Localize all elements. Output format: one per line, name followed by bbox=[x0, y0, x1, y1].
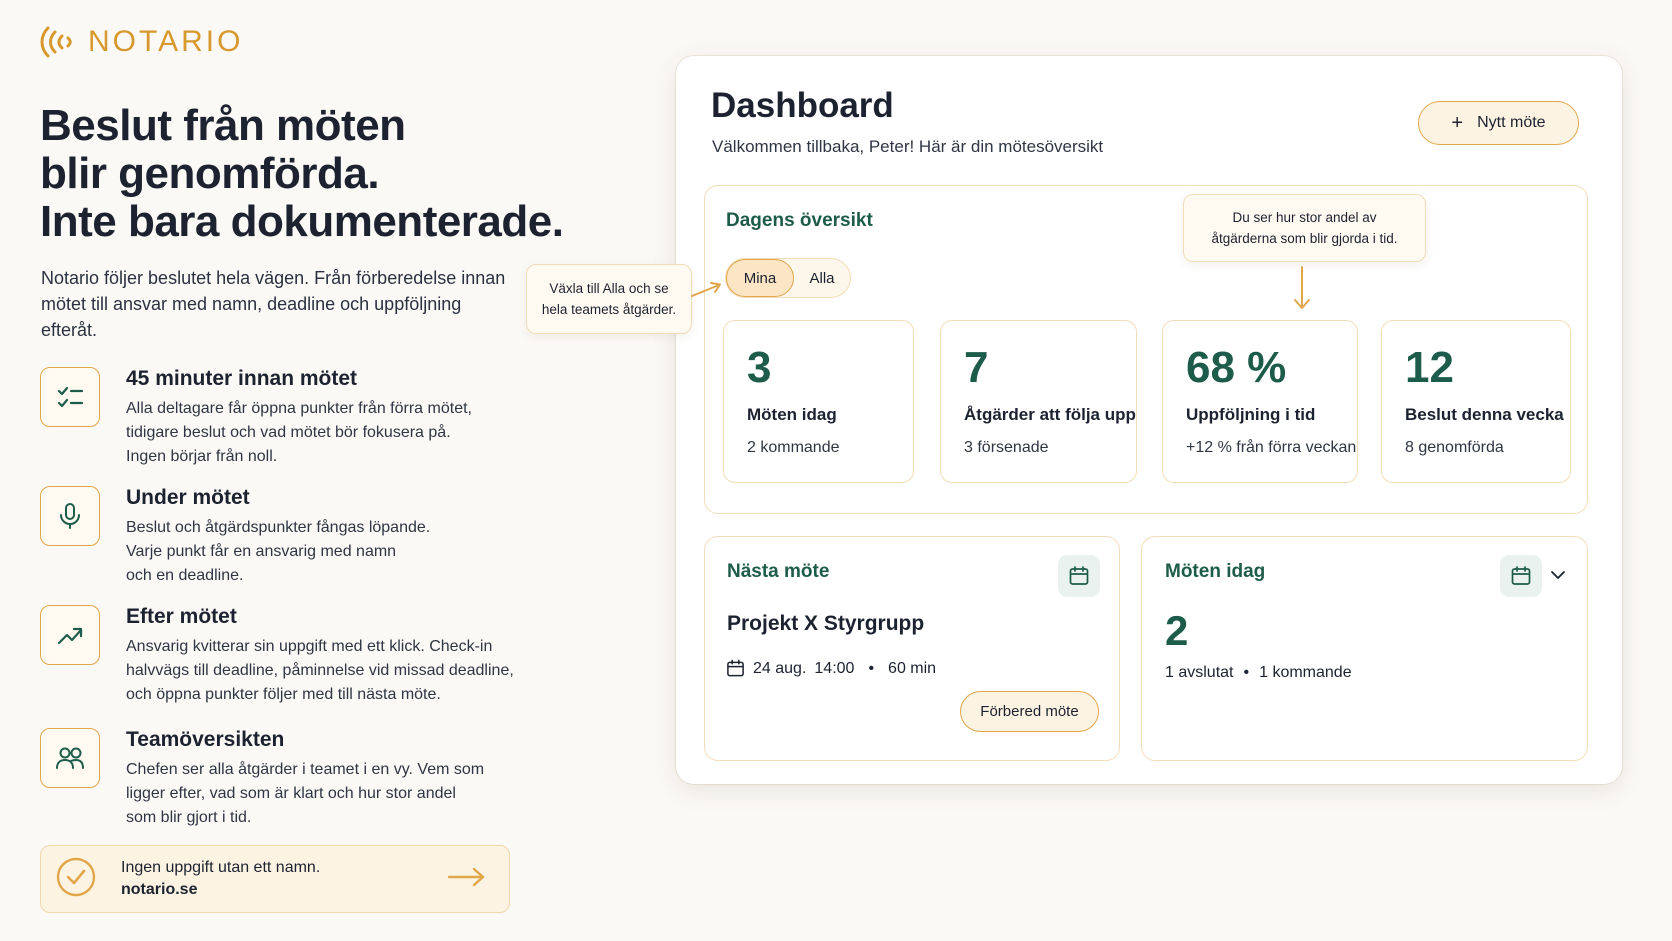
team-icon bbox=[40, 728, 100, 788]
tooltip-line: Växla till Alla och se bbox=[549, 281, 669, 296]
feature-line: och öppna punkter följer med till nästa … bbox=[126, 686, 441, 703]
meetings-today-heading: Möten idag bbox=[1165, 561, 1266, 582]
calendar-icon bbox=[727, 659, 744, 677]
finished-count: 1 avslutat bbox=[1165, 664, 1234, 681]
stat-value: 68 % bbox=[1186, 343, 1287, 392]
feature-description: Alla deltagare får öppna punkter från fö… bbox=[126, 397, 520, 469]
feature-line: Beslut och åtgärdspunkter fångas löpande… bbox=[126, 519, 431, 536]
cta-banner[interactable]: Ingen uppgift utan ett namn. notario.se bbox=[40, 845, 510, 913]
feature-description: Ansvarig kvitterar sin uppgift med ett k… bbox=[126, 635, 520, 707]
chevron-down-icon[interactable] bbox=[1549, 567, 1567, 583]
arrow-pointer-icon bbox=[691, 282, 721, 297]
stat-sub: 8 genomförda bbox=[1405, 439, 1504, 456]
stat-value: 12 bbox=[1405, 343, 1454, 392]
tooltip-line: åtgärderna som blir gjorda i tid. bbox=[1211, 231, 1398, 246]
meetings-today-status: 1 avslutat • 1 kommande bbox=[1165, 664, 1352, 682]
feature-line: ligger efter, vad som är klart och hur s… bbox=[126, 785, 456, 802]
hero-title-line: Beslut från möten bbox=[40, 101, 406, 150]
tooltip-line: hela teamets åtgärder. bbox=[541, 302, 677, 317]
stat-card-decisions[interactable]: 12 Beslut denna vecka 8 genomförda bbox=[1381, 320, 1571, 483]
trend-up-icon bbox=[40, 605, 100, 665]
welcome-message: Välkommen tillbaka, Peter! Här är din mö… bbox=[712, 137, 1104, 156]
calendar-button[interactable] bbox=[1058, 555, 1100, 597]
plus-icon: + bbox=[1451, 112, 1464, 134]
feature-title: Under mötet bbox=[126, 486, 250, 509]
tooltip-line: Du ser hur stor andel av bbox=[1232, 210, 1377, 225]
arrow-down-icon bbox=[1294, 266, 1310, 309]
stat-sub: 2 kommande bbox=[747, 439, 840, 456]
hero-title-line: Inte bara dokumenterade. bbox=[40, 197, 564, 246]
feature-line: Ingen börjar från noll. bbox=[126, 448, 278, 465]
meeting-schedule: 24 aug. 14:00 • 60 min bbox=[726, 659, 936, 678]
feature-line: och en deadline. bbox=[126, 567, 244, 584]
meeting-name: Projekt X Styrgrupp bbox=[727, 612, 925, 635]
calendar-icon bbox=[1069, 566, 1089, 585]
new-meeting-label: Nytt möte bbox=[1477, 114, 1546, 131]
stat-value: 3 bbox=[747, 343, 772, 392]
feature-description: Beslut och åtgärdspunkter fångas löpande… bbox=[126, 516, 520, 588]
hero-subtitle: Notario följer beslutet hela vägen. Från… bbox=[41, 268, 506, 340]
hero-title-line: blir genomförda. bbox=[40, 149, 380, 198]
checklist-icon bbox=[40, 367, 100, 427]
feature-item: Efter mötet Ansvarig kvitterar sin uppgi… bbox=[40, 605, 520, 707]
meeting-date: 24 aug. bbox=[753, 659, 807, 677]
bullet-separator: • bbox=[1243, 664, 1250, 681]
feature-line: halvvägs till deadline, påminnelse vid m… bbox=[126, 662, 514, 679]
prepare-meeting-button[interactable]: Förbered möte bbox=[960, 691, 1099, 732]
calendar-icon bbox=[1511, 566, 1531, 585]
stat-sub: 3 försenade bbox=[964, 439, 1049, 456]
toggle-hint-tooltip: Växla till Alla och se hela teamets åtgä… bbox=[526, 264, 692, 334]
stat-card-actions[interactable]: 7 Åtgärder att följa upp 3 försenade bbox=[940, 320, 1137, 483]
scope-toggle[interactable]: Mina Alla bbox=[725, 258, 851, 298]
feature-item: Teamöversikten Chefen ser alla åtgärder … bbox=[40, 728, 520, 830]
toggle-option-mina[interactable]: Mina bbox=[726, 259, 794, 297]
sound-wave-logo-icon bbox=[40, 26, 72, 58]
stat-label: Uppföljning i tid bbox=[1186, 405, 1316, 424]
hero-title: Beslut från möten blir genomförda. Inte … bbox=[40, 102, 620, 246]
feature-description: Chefen ser alla åtgärder i teamet i en v… bbox=[126, 758, 520, 830]
overview-heading: Dagens översikt bbox=[726, 210, 873, 231]
dashboard-title: Dashboard bbox=[711, 86, 894, 125]
meeting-duration: 60 min bbox=[888, 659, 937, 677]
microphone-icon bbox=[40, 486, 100, 546]
toggle-option-alla[interactable]: Alla bbox=[794, 259, 850, 297]
feature-line: som blir gjort i tid. bbox=[126, 809, 252, 826]
feature-line: Alla deltagare får öppna punkter från fö… bbox=[126, 400, 472, 417]
stat-value: 7 bbox=[964, 343, 989, 392]
feature-item: Under mötet Beslut och åtgärdspunkter få… bbox=[40, 486, 520, 588]
feature-line: tidigare beslut och vad mötet bör fokuse… bbox=[126, 424, 451, 441]
meeting-time: 14:00 bbox=[814, 659, 855, 677]
check-circle-icon bbox=[55, 856, 97, 903]
followup-hint-tooltip: Du ser hur stor andel av åtgärderna som … bbox=[1183, 194, 1426, 262]
upcoming-count: 1 kommande bbox=[1259, 664, 1352, 681]
meetings-today-count: 2 bbox=[1165, 607, 1189, 654]
brand-name: NOTARIO bbox=[88, 25, 244, 58]
feature-title: Teamöversikten bbox=[126, 728, 285, 751]
stat-label: Beslut denna vecka bbox=[1405, 405, 1564, 424]
new-meeting-button[interactable]: + Nytt möte bbox=[1418, 101, 1579, 145]
stat-sub: +12 % från förra veckan bbox=[1186, 439, 1357, 456]
calendar-button[interactable] bbox=[1500, 555, 1542, 597]
stat-label: Möten idag bbox=[747, 405, 837, 424]
feature-title: 45 minuter innan mötet bbox=[126, 367, 358, 390]
cta-website-link[interactable]: notario.se bbox=[121, 879, 447, 901]
next-meeting-heading: Nästa möte bbox=[727, 561, 830, 582]
stat-card-meetings-today[interactable]: 3 Möten idag 2 kommande bbox=[723, 320, 914, 483]
feature-line: Ansvarig kvitterar sin uppgift med ett k… bbox=[126, 638, 493, 655]
cta-tagline: Ingen uppgift utan ett namn. bbox=[121, 859, 321, 876]
feature-line: Chefen ser alla åtgärder i teamet i en v… bbox=[126, 761, 485, 778]
brand-logo[interactable]: NOTARIO bbox=[38, 22, 243, 62]
feature-line: Varje punkt får en ansvarig med namn bbox=[126, 543, 397, 560]
feature-title: Efter mötet bbox=[126, 605, 237, 628]
stat-card-followup[interactable]: 68 % Uppföljning i tid +12 % från förra … bbox=[1162, 320, 1358, 483]
arrow-right-icon[interactable] bbox=[447, 865, 487, 894]
feature-item: 45 minuter innan mötet Alla deltagare få… bbox=[40, 367, 520, 469]
bullet-separator: • bbox=[868, 659, 875, 677]
stat-label: Åtgärder att följa upp bbox=[964, 405, 1136, 424]
